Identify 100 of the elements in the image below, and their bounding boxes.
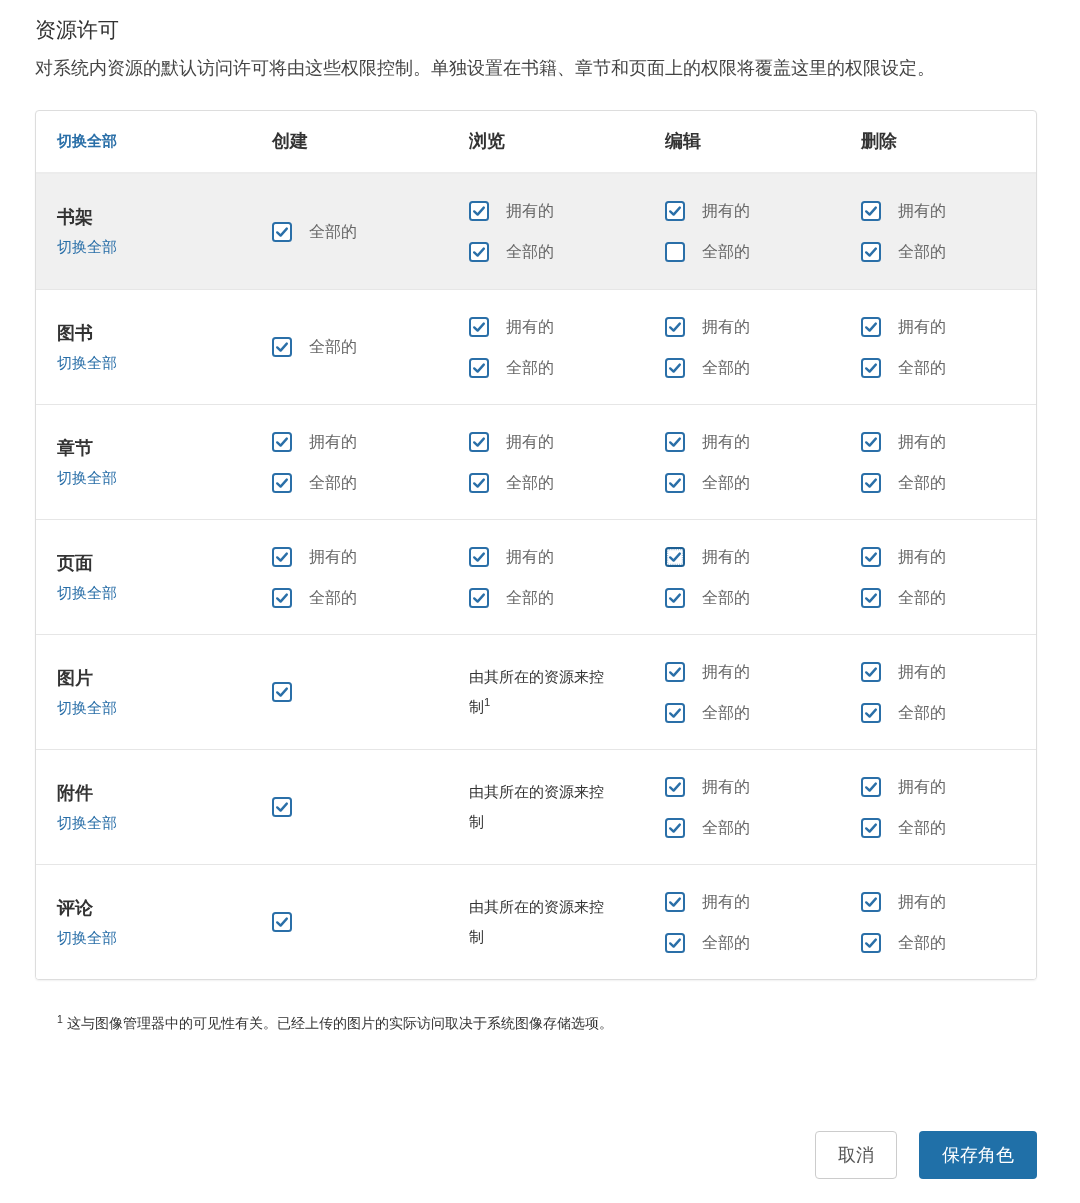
save-button[interactable]: 保存角色 (919, 1131, 1037, 1179)
checkbox-label[interactable]: 拥有的 (898, 661, 946, 682)
checkbox-label[interactable]: 拥有的 (702, 316, 750, 337)
checkbox-label[interactable]: 全部的 (702, 702, 750, 723)
checkbox-label[interactable]: 全部的 (898, 817, 946, 838)
checkbox[interactable] (469, 587, 489, 608)
checkbox[interactable] (861, 431, 881, 452)
checkbox[interactable] (272, 682, 292, 702)
checkbox[interactable] (861, 661, 881, 682)
checkbox[interactable] (469, 357, 489, 378)
checkbox[interactable] (861, 242, 881, 262)
checkbox-label[interactable]: 拥有的 (702, 776, 750, 797)
checkbox-label[interactable]: 拥有的 (898, 316, 946, 337)
checkbox[interactable] (861, 817, 881, 838)
checkbox[interactable] (469, 431, 489, 452)
checkbox-label[interactable]: 全部的 (309, 337, 357, 357)
toggle-all-link[interactable]: 切换全部 (57, 130, 117, 153)
checkbox-label[interactable]: 全部的 (702, 587, 750, 608)
checkbox[interactable] (469, 201, 489, 221)
toggle-all-link[interactable]: 切换全部 (57, 696, 117, 719)
checkbox[interactable] (861, 702, 881, 723)
checkbox[interactable] (272, 587, 292, 608)
checkbox[interactable] (272, 546, 292, 567)
checkbox[interactable] (861, 891, 881, 912)
checkbox[interactable] (665, 546, 685, 567)
checkbox[interactable] (861, 357, 881, 378)
checkbox-label[interactable]: 全部的 (506, 242, 554, 262)
checkbox-label[interactable]: 拥有的 (506, 316, 554, 337)
toggle-all-link[interactable]: 切换全部 (57, 466, 117, 489)
checkbox-label[interactable]: 拥有的 (898, 431, 946, 452)
checkbox-label[interactable]: 全部的 (702, 472, 750, 493)
checkbox[interactable] (861, 201, 881, 221)
checkbox-label[interactable]: 全部的 (506, 587, 554, 608)
checkbox-label[interactable]: 全部的 (702, 932, 750, 953)
checkbox[interactable] (272, 797, 292, 817)
toggle-all-link[interactable]: 切换全部 (57, 581, 117, 604)
checkbox[interactable] (272, 221, 292, 242)
toggle-all-link[interactable]: 切换全部 (57, 236, 117, 258)
checkbox-label[interactable]: 全部的 (898, 702, 946, 723)
checkbox[interactable] (469, 546, 489, 567)
checkbox-label[interactable]: 全部的 (309, 587, 357, 608)
checkbox[interactable] (861, 316, 881, 337)
checkbox[interactable] (861, 587, 881, 608)
checkbox[interactable] (861, 776, 881, 797)
checkbox[interactable] (665, 201, 685, 221)
checkbox[interactable] (469, 242, 489, 262)
checkbox[interactable] (469, 472, 489, 493)
checkbox-label[interactable]: 拥有的 (506, 546, 554, 567)
checkbox[interactable] (665, 661, 685, 682)
checkbox[interactable] (272, 472, 292, 493)
toggle-all-link[interactable]: 切换全部 (57, 926, 117, 949)
checkbox-label[interactable]: 全部的 (702, 242, 750, 262)
checkbox-label[interactable]: 拥有的 (309, 431, 357, 452)
checkbox[interactable] (665, 587, 685, 608)
checkbox-label[interactable]: 拥有的 (898, 891, 946, 912)
checkbox[interactable] (665, 472, 685, 493)
checkbox-label[interactable]: 拥有的 (898, 201, 946, 221)
checkbox-label[interactable]: 拥有的 (702, 201, 750, 221)
checkbox[interactable] (665, 242, 685, 262)
checkbox-label[interactable]: 拥有的 (702, 891, 750, 912)
checkbox-label[interactable]: 拥有的 (898, 776, 946, 797)
checkbox[interactable] (861, 932, 881, 953)
toggle-all-link[interactable]: 切换全部 (57, 811, 117, 834)
checkbox-label[interactable]: 全部的 (898, 357, 946, 378)
checkbox-label[interactable]: 全部的 (702, 817, 750, 838)
checkbox-label[interactable]: 全部的 (898, 472, 946, 493)
checkbox[interactable] (861, 546, 881, 567)
checkbox-label[interactable]: 全部的 (506, 357, 554, 378)
checkbox[interactable] (272, 912, 292, 932)
checkbox[interactable] (665, 357, 685, 378)
checkbox-label[interactable]: 全部的 (898, 932, 946, 953)
section-description: 对系统内资源的默认访问许可将由这些权限控制。单独设置在书籍、章节和页面上的权限将覆盖这里的权限设定。 (35, 57, 935, 80)
checkbox-label[interactable]: 拥有的 (506, 201, 554, 221)
section-title: 资源许可 (35, 17, 119, 43)
cancel-button[interactable]: 取消 (815, 1131, 897, 1179)
checkbox-label[interactable]: 全部的 (898, 587, 946, 608)
checkbox-label[interactable]: 全部的 (506, 472, 554, 493)
checkbox-label[interactable]: 拥有的 (309, 546, 357, 567)
checkbox-label[interactable]: 拥有的 (506, 431, 554, 452)
footnote: $^{1}$ 这与图像管理器中的可见性有关。已经上传的图片的实际访问取决于系统图像存储选项。 (57, 1013, 613, 1033)
checkbox[interactable] (665, 431, 685, 452)
checkbox[interactable] (272, 431, 292, 452)
checkbox-label[interactable]: 全部的 (309, 472, 357, 493)
checkbox[interactable] (665, 316, 685, 337)
checkbox-label[interactable]: 全部的 (702, 357, 750, 378)
checkbox-label[interactable]: 拥有的 (898, 546, 946, 567)
toggle-all-link[interactable]: 切换全部 (57, 351, 117, 374)
checkbox[interactable] (665, 932, 685, 953)
checkbox-label[interactable]: 拥有的 (702, 661, 750, 682)
checkbox-label[interactable]: 拥有的 (702, 431, 750, 452)
checkbox[interactable] (665, 702, 685, 723)
checkbox[interactable] (272, 337, 292, 357)
checkbox-label[interactable]: 全部的 (309, 221, 357, 242)
checkbox[interactable] (665, 817, 685, 838)
checkbox-label[interactable]: 拥有的 (702, 546, 750, 567)
checkbox[interactable] (469, 316, 489, 337)
checkbox-label[interactable]: 全部的 (898, 242, 946, 262)
checkbox[interactable] (665, 891, 685, 912)
checkbox[interactable] (665, 776, 685, 797)
checkbox[interactable] (861, 472, 881, 493)
